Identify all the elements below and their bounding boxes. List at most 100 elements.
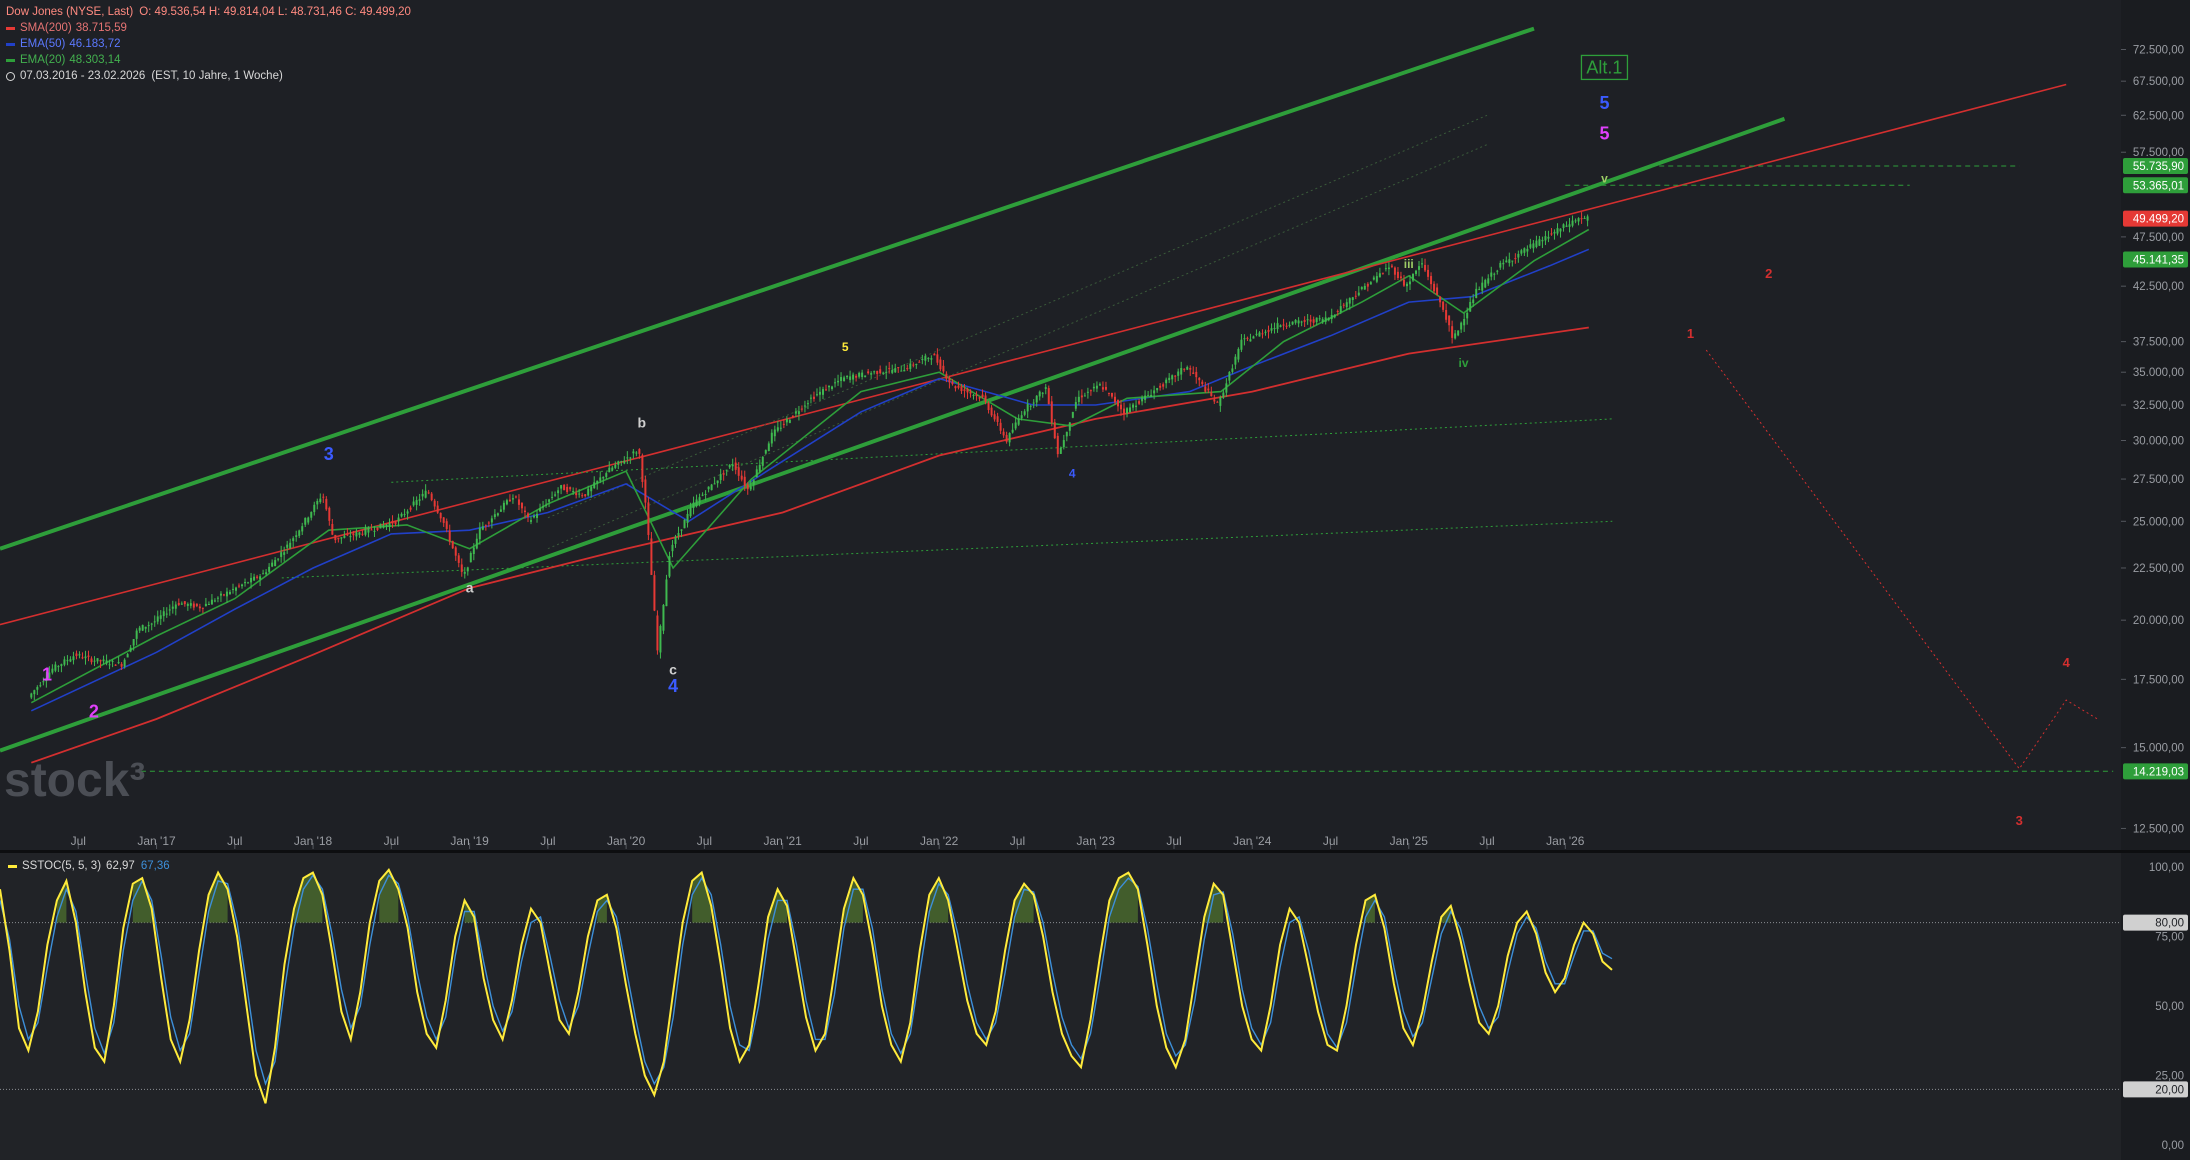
legend-sma200[interactable]: SMA(200) 38.715,59 [6,20,411,36]
candle-body [545,504,548,506]
candle-body [1463,319,1466,326]
candle-body [1505,260,1508,263]
pane-separator[interactable] [0,850,2190,853]
candle-body [1484,280,1487,288]
candle-body [1354,295,1357,297]
candle-body [153,621,156,623]
candle-body [981,394,984,397]
x-tick-label: Jan '19 [450,834,489,848]
candle-body [1116,400,1119,407]
candle-body [1159,385,1162,388]
y-tick-label: 25.000,00 [2133,516,2184,528]
candle-body [238,585,241,587]
candle-body [481,526,484,530]
candle-body [132,639,135,646]
candle-body [821,389,824,395]
candle-body [1439,296,1442,303]
candle-body [1267,330,1270,332]
candle-body [36,687,39,690]
candle-body [566,486,569,493]
candle-body [1402,279,1405,286]
candle-body [539,508,542,512]
candle-body [921,359,924,361]
candle-body [364,528,367,535]
candle-body [451,541,454,549]
ema20-swatch [6,58,15,62]
candle-body [1327,317,1330,321]
candle-body [1390,265,1393,267]
candle-body [572,491,575,493]
candle-body [614,464,617,468]
candle-body [63,659,66,665]
candle-body [797,411,800,415]
candle-body [749,486,752,490]
chart-legend: Dow Jones (NYSE, Last) O: 49.536,54 H: 4… [6,4,411,84]
candle-body [1303,320,1306,322]
candle-body [909,363,912,369]
candle-body [704,494,707,496]
candle-body [1002,431,1005,436]
candle-body [1261,333,1264,335]
candle-body [671,544,674,552]
candle-body [1408,281,1411,285]
candle-body [259,576,262,580]
candle-body [457,555,460,563]
candle-body [1348,298,1351,304]
candle-body [707,486,710,490]
candle-body [758,464,761,472]
candle-body [1144,395,1147,400]
candle-body [421,493,424,497]
candle-body [412,501,415,506]
candle-body [126,654,129,658]
wave-label: b [637,414,646,430]
x-tick-label: Jul [1323,834,1338,848]
candle-body [526,513,529,518]
candle-body [1514,258,1517,260]
candle-body [1363,285,1366,290]
candle-body [731,464,734,467]
price-tag-label: 14.219,03 [2133,766,2184,778]
candle-body [1243,338,1246,340]
candle-body [286,544,289,548]
candle-body [1345,302,1348,308]
instrument-row[interactable]: Dow Jones (NYSE, Last) O: 49.536,54 H: 4… [6,4,411,20]
instrument-name[interactable]: Dow Jones (NYSE, Last) [6,4,133,20]
wave-label: 4 [1069,466,1076,480]
candle-body [770,432,773,444]
candle-body [367,527,370,533]
candle-body [1023,411,1026,415]
candle-body [1571,220,1574,226]
date-range: 07.03.2016 - 23.02.2026 [20,70,146,82]
legend-ema20[interactable]: EMA(20) 48.303,14 [6,52,411,68]
legend-ema50[interactable]: EMA(50) 46.183,72 [6,36,411,52]
candle-body [159,615,162,619]
candle-body [746,484,749,490]
x-tick-label: Jan '17 [137,834,176,848]
date-range-row[interactable]: 07.03.2016 - 23.02.2026 (EST, 10 Jahre, … [6,68,411,84]
candle-body [177,602,180,605]
candle-body [1180,368,1183,375]
candle-body [1300,321,1303,323]
candle-body [460,564,463,572]
candle-body [430,493,433,501]
candle-body [1234,356,1237,365]
candle-body [1288,324,1291,327]
candle-body [1529,244,1532,248]
candle-body [954,386,957,389]
stoch-y-tick: 0,00 [2162,1140,2184,1152]
ema50-value: 46.183,72 [69,38,121,50]
price-tag-label: 53.365,01 [2133,180,2184,192]
candle-body [514,496,517,498]
candle-body [307,517,310,523]
candle-body [1138,401,1141,404]
stoch-legend[interactable]: SSTOC(5, 5, 3) 62,97 67,36 [8,860,170,872]
candle-body [436,505,439,513]
candle-body [779,427,782,429]
candle-body [1017,418,1020,425]
candle-body [391,521,394,524]
candle-body [620,460,623,462]
x-tick-label: Jan '21 [763,834,802,848]
candle-body [719,474,722,481]
candle-body [394,521,397,525]
candle-body [75,653,78,657]
